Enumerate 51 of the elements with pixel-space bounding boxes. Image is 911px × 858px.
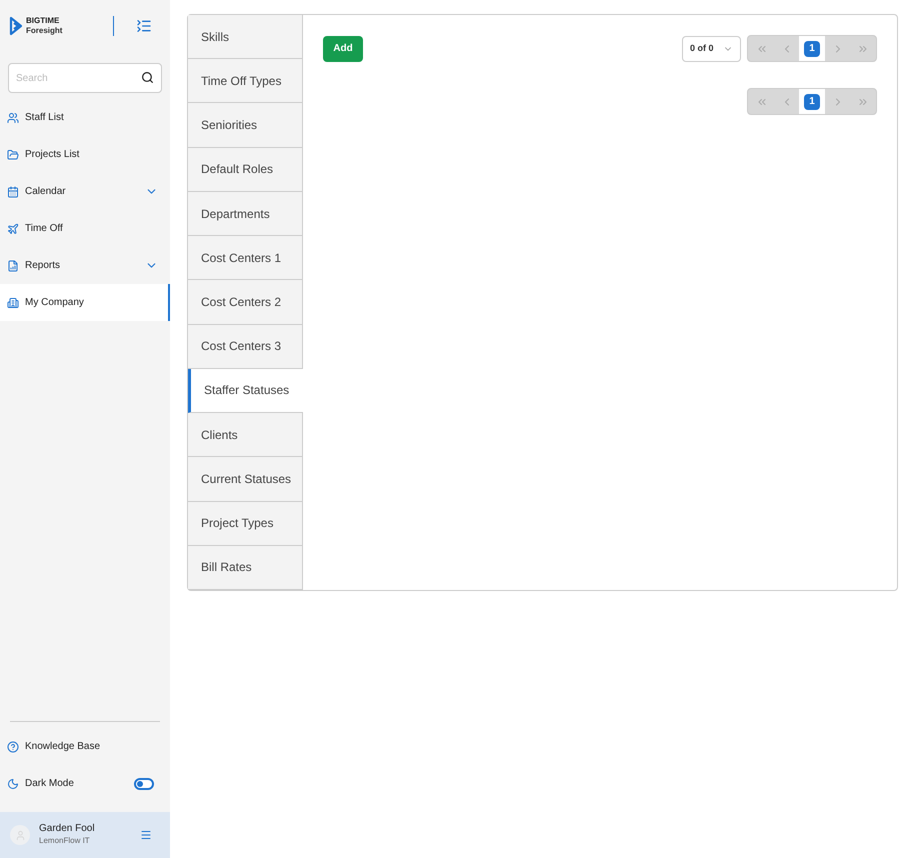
user-name: Garden Fool — [39, 823, 95, 835]
settings-tab[interactable]: Departments — [188, 192, 303, 236]
user-company: LemonFlow IT — [39, 835, 91, 847]
search-icon[interactable] — [141, 71, 154, 84]
settings-tab[interactable]: Clients — [188, 413, 303, 458]
nav-label: Knowledge Base — [25, 740, 100, 754]
settings-tab[interactable]: Bill Rates — [188, 546, 303, 590]
collapse-sidebar-icon[interactable] — [136, 18, 152, 34]
logo-text: BIGTIME — [26, 16, 60, 26]
settings-tab[interactable]: Cost Centers 2 — [188, 280, 303, 325]
settings-tab[interactable]: Default Roles — [188, 148, 303, 192]
nav-item[interactable]: Calendar — [0, 173, 170, 210]
building-icon — [7, 296, 19, 308]
report-icon — [7, 260, 19, 272]
nav-label: Time Off — [25, 222, 63, 236]
settings-tab[interactable]: Cost Centers 1 — [188, 236, 303, 280]
page-button[interactable]: 1 — [804, 40, 820, 56]
nav-label: Calendar — [25, 185, 66, 199]
nav-item[interactable]: My Company — [0, 284, 170, 321]
logo-subtext: Foresight — [26, 26, 62, 36]
dark-mode-toggle[interactable] — [134, 778, 154, 790]
logo-icon — [9, 16, 23, 36]
add-button[interactable]: Add — [323, 36, 363, 62]
calendar-icon — [7, 186, 19, 198]
settings-tab[interactable]: Staffer Statuses — [188, 368, 303, 414]
avatar-icon — [10, 825, 30, 845]
settings-tab[interactable]: Current Statuses — [188, 457, 303, 502]
page-size-dropdown[interactable]: 0 of 0 — [682, 36, 741, 62]
search-field[interactable]: Search — [8, 63, 162, 93]
settings-tab[interactable]: Seniorities — [188, 103, 303, 148]
nav-item[interactable]: Projects List — [0, 136, 170, 173]
folder-icon — [7, 148, 19, 160]
settings-tab[interactable]: Skills — [188, 15, 303, 60]
nav-label: Staff List — [25, 111, 64, 125]
nav-item[interactable]: Reports — [0, 247, 170, 284]
nav-label: Projects List — [25, 148, 80, 162]
settings-tab[interactable]: Project Types — [188, 502, 303, 546]
nav-item[interactable]: Time Off — [0, 210, 170, 247]
nav-item[interactable]: Staff List — [0, 99, 170, 136]
help-icon — [7, 740, 19, 752]
settings-tab[interactable]: Cost Centers 3 — [188, 324, 303, 369]
menu-icon[interactable] — [140, 829, 152, 841]
nav-label: My Company — [25, 296, 84, 310]
nav-label: Reports — [25, 259, 60, 273]
plane-icon — [7, 222, 19, 234]
page-button[interactable]: 1 — [804, 94, 820, 110]
moon-icon — [7, 778, 19, 790]
nav-item[interactable]: Knowledge Base — [0, 728, 170, 765]
dark-mode-label: Dark Mode — [25, 777, 74, 791]
people-icon — [7, 112, 19, 124]
settings-tab[interactable]: Time Off Types — [188, 59, 303, 104]
